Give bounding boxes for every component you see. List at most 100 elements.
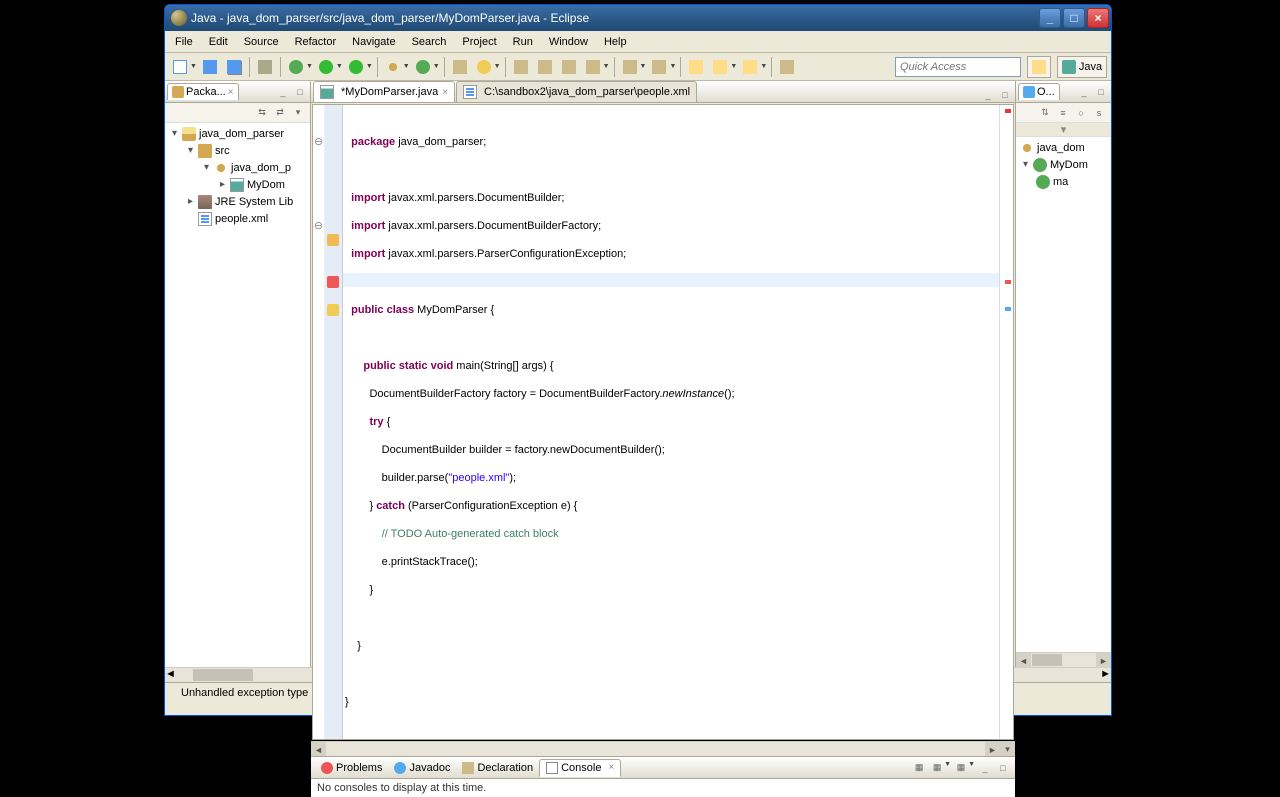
tree-src[interactable]: ▾src: [165, 142, 310, 159]
save-all-button[interactable]: [223, 56, 245, 78]
fold-icon[interactable]: ⊖: [314, 219, 323, 232]
dropdown-icon[interactable]: ▼: [944, 761, 951, 775]
tree-package[interactable]: ▾java_dom_p: [165, 159, 310, 176]
dropdown-icon[interactable]: ▼: [494, 63, 501, 70]
menu-file[interactable]: File: [167, 33, 201, 51]
next-annotation-button[interactable]: [619, 56, 641, 78]
maximize-view-button[interactable]: □: [1093, 85, 1109, 99]
tab-console[interactable]: Console×: [539, 759, 621, 777]
expand-icon[interactable]: ▸: [217, 179, 228, 190]
tab-javadoc[interactable]: Javadoc: [388, 760, 456, 776]
scroll-left-icon[interactable]: ◄: [1016, 653, 1031, 668]
toggle-block-button[interactable]: [558, 56, 580, 78]
tab-problems[interactable]: Problems: [315, 760, 388, 776]
menu-help[interactable]: Help: [596, 33, 635, 51]
new-class-button[interactable]: [412, 56, 434, 78]
tree-jre-lib[interactable]: ▸JRE System Lib: [165, 193, 310, 210]
outline-package[interactable]: java_dom: [1016, 139, 1111, 156]
filter-button[interactable]: ≡: [1055, 106, 1071, 120]
tree-project[interactable]: ▾java_dom_parser: [165, 125, 310, 142]
run-last-button[interactable]: [345, 56, 367, 78]
menu-source[interactable]: Source: [236, 33, 287, 51]
back-button[interactable]: [709, 56, 731, 78]
expand-icon[interactable]: ▾: [1061, 123, 1067, 136]
tab-declaration[interactable]: Declaration: [456, 760, 539, 776]
debug-button[interactable]: [285, 56, 307, 78]
dropdown-icon[interactable]: ▼: [640, 63, 647, 70]
outline-method[interactable]: ma: [1016, 173, 1111, 190]
minimize-editor-button[interactable]: _: [980, 88, 996, 102]
horizontal-scrollbar[interactable]: ◄ ► ▾: [311, 741, 1015, 756]
menu-project[interactable]: Project: [454, 33, 504, 51]
outline-tab[interactable]: O...: [1018, 83, 1060, 100]
open-perspective-button[interactable]: [1027, 56, 1051, 78]
dropdown-icon[interactable]: ▼: [968, 761, 975, 775]
prev-annotation-button[interactable]: [648, 56, 670, 78]
folding-ruler[interactable]: ⊖ ⊖: [313, 105, 325, 739]
sort-button[interactable]: ⇅: [1037, 106, 1053, 120]
save-button[interactable]: [199, 56, 221, 78]
quick-access-input[interactable]: [895, 57, 1021, 77]
open-console-button[interactable]: ▦: [953, 761, 969, 775]
search-button[interactable]: [473, 56, 495, 78]
open-type-button[interactable]: [449, 56, 471, 78]
hide-static-button[interactable]: s: [1091, 106, 1107, 120]
new-package-button[interactable]: [382, 56, 404, 78]
dropdown-icon[interactable]: ▼: [669, 63, 676, 70]
run-button[interactable]: [315, 56, 337, 78]
task-overview-icon[interactable]: [1005, 307, 1011, 311]
maximize-view-button[interactable]: □: [995, 761, 1011, 775]
pin-console-button[interactable]: ▦: [911, 761, 927, 775]
close-button[interactable]: ×: [1087, 8, 1109, 28]
outline-class[interactable]: ▾MyDom: [1016, 156, 1111, 173]
expand-icon[interactable]: ▾: [169, 128, 180, 139]
close-icon[interactable]: ×: [442, 87, 448, 98]
marker-gutter[interactable]: [325, 105, 343, 739]
collapse-all-button[interactable]: ⇆: [254, 106, 270, 120]
dropdown-icon[interactable]: ▼: [603, 63, 610, 70]
view-menu-button[interactable]: ▾: [290, 106, 306, 120]
package-explorer-tab[interactable]: Packa... ×: [167, 83, 239, 100]
toggle-breadcrumb-button[interactable]: [534, 56, 556, 78]
menu-edit[interactable]: Edit: [201, 33, 236, 51]
menu-window[interactable]: Window: [541, 33, 596, 51]
editor-tab-people-xml[interactable]: C:\sandbox2\java_dom_parser\people.xml: [456, 81, 697, 102]
horizontal-scrollbar[interactable]: ◄ ►: [1016, 652, 1111, 667]
tree-java-file[interactable]: ▸MyDom: [165, 176, 310, 193]
pin-button[interactable]: [776, 56, 798, 78]
scroll-toggle-icon[interactable]: ▾: [1000, 742, 1015, 757]
java-perspective-button[interactable]: Java: [1057, 56, 1107, 78]
error-overview-icon[interactable]: [1005, 280, 1011, 284]
code-content[interactable]: package java_dom_parser; import javax.xm…: [343, 105, 999, 739]
quickfix-marker[interactable]: [327, 304, 339, 316]
dropdown-icon[interactable]: ▼: [190, 63, 197, 70]
build-button[interactable]: [254, 56, 276, 78]
minimize-view-button[interactable]: _: [275, 85, 291, 99]
overview-ruler[interactable]: [999, 105, 1013, 739]
editor-tab-mydomparser[interactable]: *MyDomParser.java ×: [313, 81, 455, 102]
display-console-button[interactable]: ▦: [929, 761, 945, 775]
scroll-left-icon[interactable]: ◄: [165, 668, 176, 682]
error-overview-icon[interactable]: [1005, 109, 1011, 113]
warning-marker[interactable]: [327, 234, 339, 246]
link-editor-button[interactable]: ⇄: [272, 106, 288, 120]
menu-navigate[interactable]: Navigate: [344, 33, 403, 51]
expand-icon[interactable]: ▾: [201, 162, 212, 173]
last-edit-button[interactable]: [685, 56, 707, 78]
minimize-view-button[interactable]: _: [977, 761, 993, 775]
dropdown-icon[interactable]: ▼: [730, 63, 737, 70]
scrollbar-thumb[interactable]: [193, 669, 253, 681]
hide-fields-button[interactable]: ○: [1073, 106, 1089, 120]
maximize-editor-button[interactable]: □: [997, 88, 1013, 102]
dropdown-icon[interactable]: ▼: [306, 63, 313, 70]
scroll-right-icon[interactable]: ►: [985, 742, 1000, 757]
minimize-button[interactable]: _: [1039, 8, 1061, 28]
dropdown-icon[interactable]: ▼: [336, 63, 343, 70]
new-button[interactable]: [169, 56, 191, 78]
menu-search[interactable]: Search: [404, 33, 455, 51]
minimize-view-button[interactable]: _: [1076, 85, 1092, 99]
maximize-view-button[interactable]: □: [292, 85, 308, 99]
dropdown-icon[interactable]: ▼: [366, 63, 373, 70]
tree-xml-file[interactable]: people.xml: [165, 210, 310, 227]
fold-icon[interactable]: ⊖: [314, 135, 323, 148]
